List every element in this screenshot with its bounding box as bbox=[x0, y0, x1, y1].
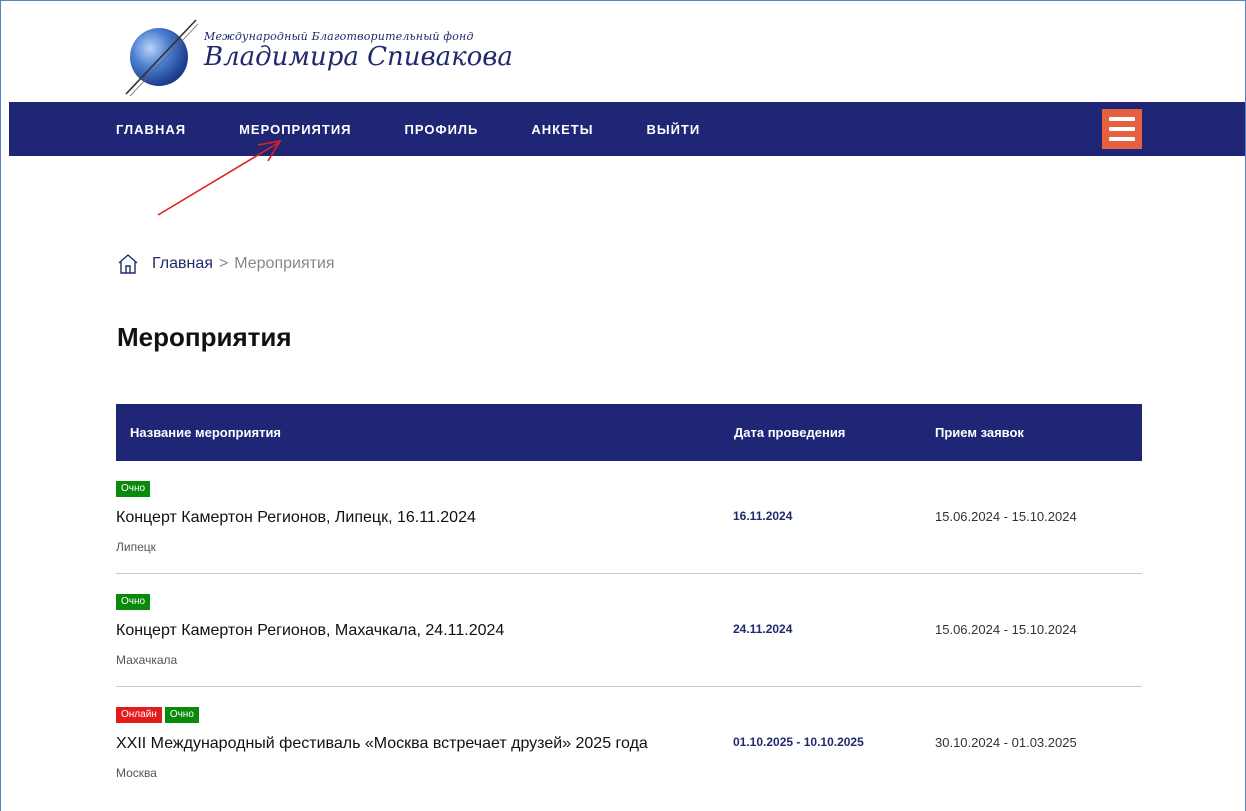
event-date: 01.10.2025 - 10.10.2025 bbox=[733, 735, 864, 749]
main-navbar: ГЛАВНАЯ МЕРОПРИЯТИЯ ПРОФИЛЬ АНКЕТЫ ВЫЙТИ bbox=[9, 102, 1245, 156]
event-city: Махачкала bbox=[116, 653, 178, 667]
event-date: 24.11.2024 bbox=[733, 622, 793, 636]
events-table: Название мероприятия Дата проведения При… bbox=[116, 404, 1142, 800]
badge-in-person: Очно bbox=[116, 594, 151, 610]
nav-item-forms[interactable]: АНКЕТЫ bbox=[531, 122, 593, 137]
home-icon[interactable] bbox=[117, 253, 139, 275]
breadcrumb: Главная > Мероприятия bbox=[117, 253, 335, 275]
format-badges: Онлайн Очно bbox=[116, 707, 199, 723]
hamburger-line-icon bbox=[1109, 127, 1135, 131]
logo-line-2: Владимира Спивакова bbox=[204, 42, 513, 72]
badge-in-person: Очно bbox=[164, 707, 199, 723]
event-title-link[interactable]: XXII Международный фестиваль «Москва вст… bbox=[116, 735, 648, 753]
table-row: Онлайн Очно XXII Международный фестиваль… bbox=[116, 687, 1142, 800]
format-badges: Очно bbox=[116, 481, 151, 497]
hamburger-line-icon bbox=[1109, 117, 1135, 121]
column-header-name: Название мероприятия bbox=[130, 425, 282, 440]
nav-item-home[interactable]: ГЛАВНАЯ bbox=[116, 122, 186, 137]
badge-online: Онлайн bbox=[116, 707, 162, 723]
badge-in-person: Очно bbox=[116, 481, 151, 497]
violin-bow-icon bbox=[125, 19, 199, 97]
event-city: Липецк bbox=[116, 540, 156, 554]
nav-menu: ГЛАВНАЯ МЕРОПРИЯТИЯ ПРОФИЛЬ АНКЕТЫ ВЫЙТИ bbox=[116, 102, 753, 156]
foundation-logo[interactable]: Международный Благотворительный фонд Вла… bbox=[118, 14, 513, 97]
logo-text: Международный Благотворительный фонд Вла… bbox=[204, 30, 513, 70]
column-header-date: Дата проведения bbox=[734, 425, 846, 440]
event-applications-period: 30.10.2024 - 01.03.2025 bbox=[935, 735, 1077, 750]
event-city: Москва bbox=[116, 766, 157, 780]
page-title: Мероприятия bbox=[117, 322, 292, 352]
nav-item-events[interactable]: МЕРОПРИЯТИЯ bbox=[239, 122, 351, 137]
table-row: Очно Концерт Камертон Регионов, Липецк, … bbox=[116, 461, 1142, 574]
event-title-link[interactable]: Концерт Камертон Регионов, Махачкала, 24… bbox=[116, 622, 504, 640]
breadcrumb-home-link[interactable]: Главная bbox=[152, 255, 213, 273]
breadcrumb-current: Мероприятия bbox=[234, 255, 335, 272]
breadcrumb-separator: > bbox=[218, 255, 229, 272]
format-badges: Очно bbox=[116, 594, 151, 610]
event-applications-period: 15.06.2024 - 15.10.2024 bbox=[935, 622, 1077, 637]
hamburger-menu-button[interactable] bbox=[1102, 109, 1142, 149]
event-applications-period: 15.06.2024 - 15.10.2024 bbox=[935, 509, 1077, 524]
event-date: 16.11.2024 bbox=[733, 509, 793, 523]
hamburger-line-icon bbox=[1109, 137, 1135, 141]
table-header: Название мероприятия Дата проведения При… bbox=[116, 404, 1142, 461]
event-title-link[interactable]: Концерт Камертон Регионов, Липецк, 16.11… bbox=[116, 509, 476, 527]
table-row: Очно Концерт Камертон Регионов, Махачкал… bbox=[116, 574, 1142, 687]
nav-item-logout[interactable]: ВЫЙТИ bbox=[646, 122, 700, 137]
column-header-applications: Прием заявок bbox=[935, 425, 1024, 440]
nav-item-profile[interactable]: ПРОФИЛЬ bbox=[405, 122, 479, 137]
